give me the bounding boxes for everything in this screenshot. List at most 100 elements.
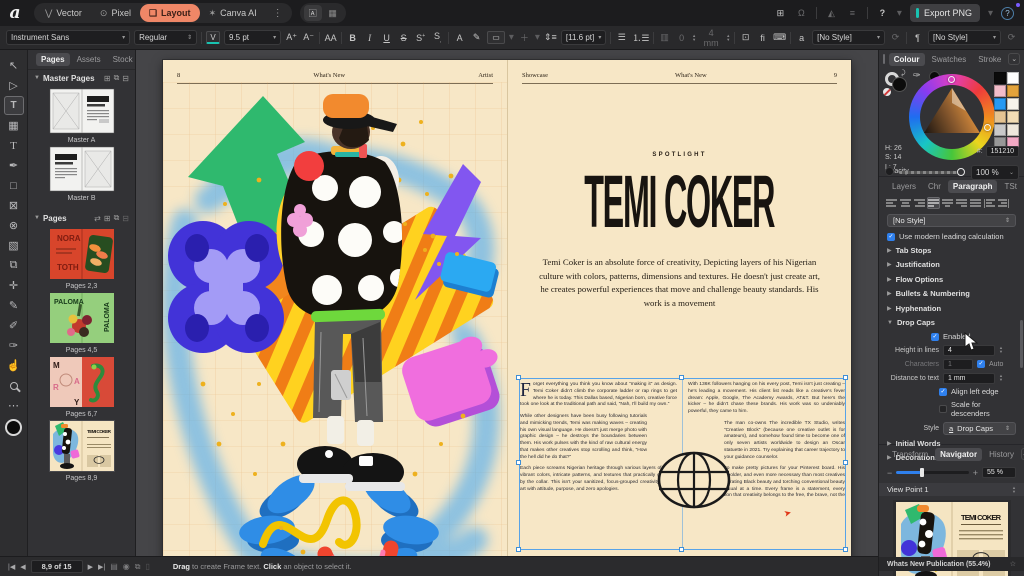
- swap-colours-icon[interactable]: ⤸: [901, 70, 905, 78]
- view-pan-tool[interactable]: ☝: [4, 356, 24, 375]
- paragraph-style-select[interactable]: [No Style]▾: [928, 30, 1001, 45]
- font-family-select[interactable]: Instrument Sans▾: [6, 30, 130, 45]
- collapse-chevron-icon[interactable]: ▼: [34, 215, 40, 221]
- text-frame-fill-button[interactable]: ▭: [487, 31, 505, 44]
- section-tab-stops[interactable]: ▶Tab Stops: [879, 243, 1024, 258]
- zoom-out-icon[interactable]: −: [887, 468, 892, 478]
- place-image-tool[interactable]: ▧: [4, 236, 24, 255]
- insert-button[interactable]: ＋: [518, 31, 531, 44]
- grid-view-icon[interactable]: ▦: [324, 5, 342, 21]
- export-png-button[interactable]: Export PNG: [910, 4, 980, 22]
- prev-page-button[interactable]: ◀: [20, 563, 25, 571]
- vector-brush-tool[interactable]: ✎: [4, 296, 24, 315]
- node-tool[interactable]: ▷: [4, 76, 24, 95]
- page-9[interactable]: Showcase What's New 9 SPOTLIGHT TEMI COK…: [507, 60, 851, 556]
- swatch[interactable]: [1007, 72, 1019, 84]
- scale-for-descenders-row[interactable]: Scale for descenders: [879, 398, 1024, 420]
- pages-8-9-item[interactable]: TEMI COKER Pages 8,9: [28, 420, 135, 482]
- character-style-select[interactable]: [No Style]▾: [812, 30, 885, 45]
- gutter-stepper[interactable]: ▲▼: [726, 34, 730, 42]
- align-center-button[interactable]: [899, 197, 912, 209]
- frame-properties-icon[interactable]: ⊡: [739, 32, 752, 43]
- triangle-marker[interactable]: [948, 76, 955, 83]
- checkbox-unchecked-icon[interactable]: [939, 405, 947, 413]
- selection-handle[interactable]: [679, 375, 684, 380]
- zoom-tool[interactable]: [4, 376, 24, 395]
- checkbox-checked-icon[interactable]: ✓: [931, 333, 939, 341]
- bullet-list-button[interactable]: ☰: [615, 32, 628, 43]
- modern-leading-row[interactable]: ✓ Use modern leading calculation: [879, 230, 1024, 243]
- view-point-stepper[interactable]: ▲▼: [1012, 486, 1016, 494]
- capitalization-button[interactable]: AA: [324, 33, 337, 43]
- section-flow-options[interactable]: ▶Flow Options: [879, 272, 1024, 287]
- decrease-size-button[interactable]: A⁻: [302, 32, 315, 43]
- selection-handle[interactable]: [516, 547, 521, 552]
- tab-history[interactable]: History: [984, 448, 1019, 461]
- spread-mode-icon[interactable]: ⧉: [135, 562, 141, 572]
- pages-section-header[interactable]: ▼ Pages ⇄ ⊞ ⧉ ⊟: [28, 210, 135, 226]
- tab-assets[interactable]: Assets: [72, 53, 106, 66]
- no-colour-icon[interactable]: [883, 88, 891, 96]
- swatch[interactable]: [1007, 124, 1019, 136]
- tab-colour[interactable]: Colour: [889, 53, 925, 66]
- insert-caret-icon[interactable]: ▾: [535, 32, 540, 43]
- current-colour-swatch[interactable]: [5, 419, 22, 436]
- selection-handle[interactable]: [843, 547, 848, 552]
- pages-4-5-item[interactable]: PALOMA PALOMA Pages 4,5: [28, 292, 135, 354]
- distance-input[interactable]: 1 mm: [943, 373, 995, 384]
- section-hyphenation[interactable]: ▶Hyphenation: [879, 301, 1024, 316]
- tab-swatches[interactable]: Swatches: [927, 53, 972, 66]
- persona-overflow-menu[interactable]: ⋮: [266, 8, 290, 19]
- section-bullets-numbering[interactable]: ▶Bullets & Numbering: [879, 287, 1024, 302]
- numbered-list-button[interactable]: ⒈☰: [632, 31, 649, 44]
- panel-drag-handle[interactable]: [883, 54, 885, 64]
- snapping-icon[interactable]: Ω: [795, 8, 808, 18]
- bold-button[interactable]: B: [346, 33, 359, 43]
- view-point-row[interactable]: View Point 1 ▲▼: [879, 483, 1024, 496]
- opacity-slider[interactable]: [899, 171, 963, 174]
- selection-handle[interactable]: [843, 460, 848, 465]
- gutter-value[interactable]: 4 mm: [700, 28, 722, 48]
- align-left-edge-row[interactable]: ✓ Align left edge: [879, 385, 1024, 398]
- subscript-button[interactable]: S,: [431, 31, 444, 44]
- assistant-icon[interactable]: ?: [876, 8, 889, 18]
- strikethrough-button[interactable]: S: [397, 33, 410, 43]
- master-b-item[interactable]: Master B: [28, 146, 135, 202]
- eyedropper-icon[interactable]: ✑: [913, 70, 921, 81]
- increase-size-button[interactable]: A⁺: [285, 32, 298, 43]
- swatch[interactable]: [1007, 111, 1019, 123]
- tab-navigator[interactable]: Navigator: [935, 448, 982, 461]
- align-right-button[interactable]: [913, 197, 926, 209]
- section-justification[interactable]: ▶Justification: [879, 258, 1024, 273]
- shape-tool[interactable]: □: [4, 176, 24, 195]
- selection-handle[interactable]: [516, 375, 521, 380]
- pages-2-3-item[interactable]: NORA TOTH Pages 2,3: [28, 228, 135, 290]
- tab-transform[interactable]: Transform: [887, 448, 933, 461]
- delete-page-icon[interactable]: ⊟: [122, 214, 129, 223]
- selection-handle[interactable]: [516, 460, 521, 465]
- ligatures-button[interactable]: fi: [756, 33, 769, 43]
- zoom-knob[interactable]: [920, 468, 924, 477]
- clip-view-icon[interactable]: ▯: [145, 562, 149, 571]
- next-page-button[interactable]: ▶: [88, 563, 93, 571]
- collapse-chevron-icon[interactable]: ▼: [34, 75, 40, 81]
- swatch[interactable]: [1007, 85, 1019, 97]
- highlight-pen-icon[interactable]: ✎: [470, 32, 483, 43]
- swatch[interactable]: [1007, 98, 1019, 110]
- colour-triangle[interactable]: [920, 85, 984, 149]
- last-page-button[interactable]: ▶|: [98, 563, 105, 571]
- document-spread[interactable]: 8 What's New Artist: [163, 60, 851, 556]
- pen-tool[interactable]: ✒: [4, 156, 24, 175]
- zoom-slider[interactable]: [896, 471, 968, 474]
- master-a-item[interactable]: Master A: [28, 88, 135, 144]
- justify-left-button[interactable]: [927, 197, 940, 209]
- star-icon[interactable]: ☆: [1010, 560, 1016, 568]
- panel-scrollbar[interactable]: [1020, 320, 1023, 368]
- pages-tool[interactable]: ⧉: [4, 256, 24, 275]
- artistic-text-tool[interactable]: T: [4, 136, 24, 155]
- selection-handle[interactable]: [679, 547, 684, 552]
- distance-stepper[interactable]: ▲▼: [999, 374, 1003, 382]
- justify-all-button[interactable]: [969, 197, 982, 209]
- tab-stock[interactable]: Stock: [108, 53, 136, 66]
- preview-mode-icon[interactable]: ◉: [123, 562, 130, 571]
